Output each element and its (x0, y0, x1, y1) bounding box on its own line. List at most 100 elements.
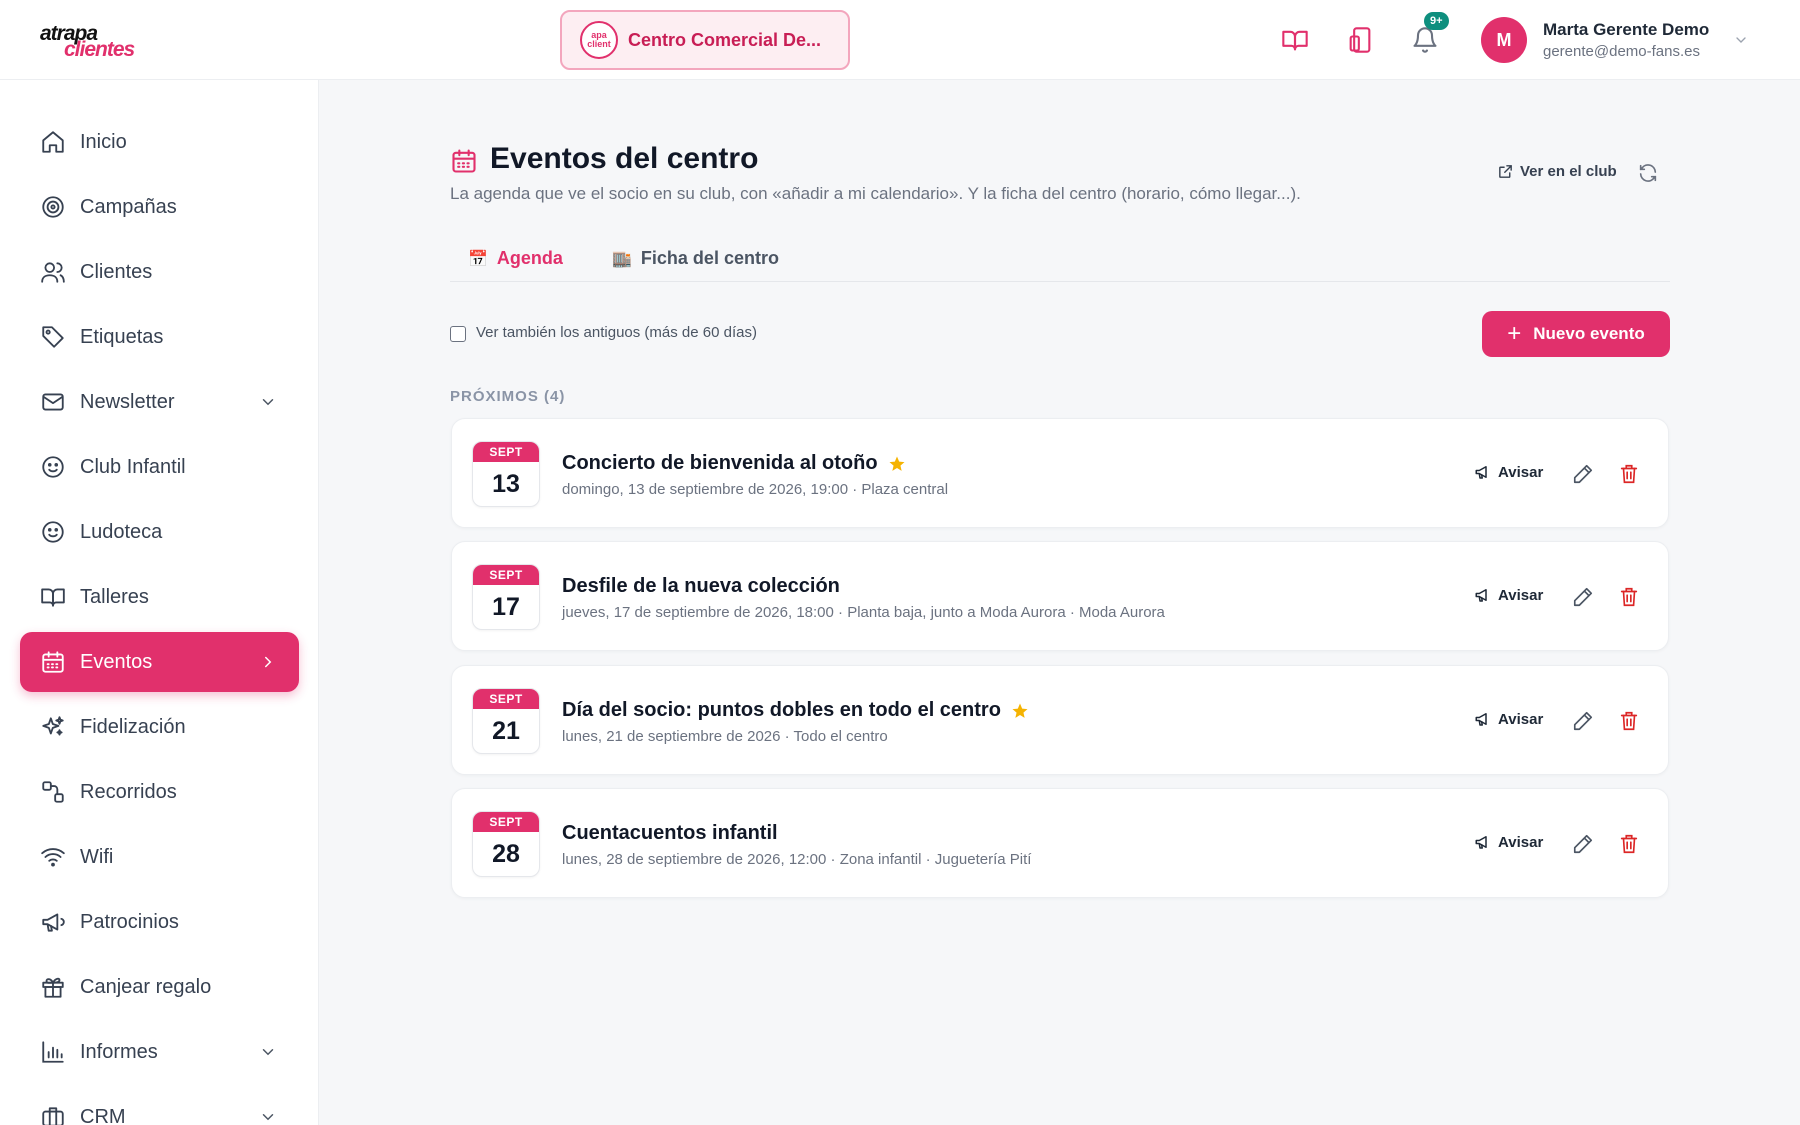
chevron-down-icon (262, 1049, 274, 1056)
star-icon (1012, 703, 1028, 718)
sidebar-item-canjear-regalo[interactable]: Canjear regalo (20, 957, 299, 1017)
avatar[interactable]: M (1481, 17, 1527, 63)
sidebar-item-patrocinios[interactable]: Patrocinios (20, 892, 299, 952)
sidebar-item-fidelizacion[interactable]: Fidelización (20, 697, 299, 757)
ver-en-el-club-link[interactable]: Ver en el club (1497, 163, 1617, 180)
event-card[interactable]: SEPT 13 Concierto de bienvenida al otoño… (451, 418, 1669, 528)
date-month: SEPT (473, 689, 539, 709)
notify-label: Avisar (1498, 833, 1544, 851)
event-title: Desfile de la nueva colección (562, 575, 840, 598)
sidebar-item-campanas[interactable]: Campañas (20, 177, 299, 237)
sidebar-item-label: Club Infantil (80, 455, 186, 478)
date-badge: SEPT 17 (472, 564, 540, 630)
app-logo[interactable]: atrapa clientes (40, 22, 140, 61)
tab-ficha-del-centro[interactable]: 🏬 Ficha del centro (612, 248, 779, 269)
date-month: SEPT (473, 812, 539, 832)
sidebar-item-label: Newsletter (80, 390, 175, 413)
date-month: SEPT (473, 565, 539, 585)
trash-icon[interactable] (1618, 833, 1640, 855)
sidebar-item-ludoteca[interactable]: Ludoteca (20, 502, 299, 562)
notify-button[interactable]: Avisar (1474, 463, 1543, 481)
new-event-button[interactable]: + Nuevo evento (1482, 311, 1670, 357)
user-name[interactable]: Marta Gerente Demo (1543, 20, 1709, 40)
sidebar-item-informes[interactable]: Informes (20, 1022, 299, 1082)
center-selector[interactable]: apa client Centro Comercial De... (560, 10, 850, 70)
date-day: 13 (492, 470, 520, 498)
sidebar-item-newsletter[interactable]: Newsletter (20, 372, 299, 432)
tag-icon (40, 324, 66, 350)
event-card[interactable]: SEPT 28 Cuentacuentos infantil lunes, 28… (451, 788, 1669, 898)
section-label: PRÓXIMOS (4) (450, 388, 566, 405)
event-card[interactable]: SEPT 21 Día del socio: puntos dobles en … (451, 665, 1669, 775)
sidebar-item-inicio[interactable]: Inicio (20, 112, 299, 172)
sidebar-item-etiquetas[interactable]: Etiquetas (20, 307, 299, 367)
sidebar-item-label: Fidelización (80, 715, 186, 738)
sidebar-item-label: Patrocinios (80, 910, 179, 933)
notify-button[interactable]: Avisar (1474, 586, 1543, 604)
center-name: Centro Comercial De... (628, 29, 822, 50)
event-title: Concierto de bienvenida al otoño (562, 452, 906, 475)
event-title: Cuentacuentos infantil (562, 822, 778, 845)
date-day: 21 (492, 717, 520, 745)
notify-label: Avisar (1498, 710, 1544, 728)
event-title-text: Desfile de la nueva colección (562, 575, 840, 597)
event-meta: lunes, 28 de septiembre de 2026, 12:00 ·… (562, 851, 1032, 868)
show-old-label[interactable]: Ver también los antiguos (más de 60 días… (476, 324, 757, 341)
chevron-down-icon[interactable] (1733, 32, 1749, 48)
notifications-badge: 9+ (1424, 12, 1449, 30)
sidebar-item-eventos[interactable]: Eventos (20, 632, 299, 692)
sidebar-item-label: Ludoteca (80, 520, 163, 543)
gift-icon (40, 974, 66, 1000)
event-meta: lunes, 21 de septiembre de 2026 · Todo e… (562, 728, 888, 745)
show-old-checkbox[interactable] (450, 326, 466, 342)
pencil-icon[interactable] (1572, 463, 1594, 485)
sidebar-item-recorridos[interactable]: Recorridos (20, 762, 299, 822)
pencil-icon[interactable] (1572, 710, 1594, 732)
route-icon (40, 779, 66, 805)
bell-icon[interactable] (1411, 26, 1439, 54)
sidebar: Inicio Campañas Clientes Etiquetas Newsl… (0, 80, 319, 1125)
trash-icon[interactable] (1618, 710, 1640, 732)
wifi-icon (40, 844, 66, 870)
sidebar-item-talleres[interactable]: Talleres (20, 567, 299, 627)
calendar-icon (40, 649, 66, 675)
book-icon[interactable] (1281, 26, 1309, 54)
sidebar-item-label: Talleres (80, 585, 149, 608)
briefcase-icon (40, 1104, 66, 1125)
refresh-icon[interactable] (1637, 162, 1659, 184)
sidebar-item-wifi[interactable]: Wifi (20, 827, 299, 887)
page-title: Eventos del centro (490, 142, 759, 175)
ver-en-el-club-label: Ver en el club (1520, 163, 1617, 180)
sidebar-item-clientes[interactable]: Clientes (20, 242, 299, 302)
mail-icon (40, 389, 66, 415)
notify-button[interactable]: Avisar (1474, 710, 1543, 728)
notify-label: Avisar (1498, 463, 1544, 481)
event-meta: domingo, 13 de septiembre de 2026, 19:00… (562, 481, 949, 498)
sparkles-icon (40, 714, 66, 740)
sidebar-item-label: Etiquetas (80, 325, 164, 348)
date-month: SEPT (473, 442, 539, 462)
megaphone-icon (1475, 836, 1487, 849)
event-meta: jueves, 17 de septiembre de 2026, 18:00 … (562, 604, 1165, 621)
external-link-icon (1499, 165, 1512, 178)
chart-icon (40, 1039, 66, 1065)
devices-icon[interactable] (1346, 26, 1374, 54)
sidebar-item-club-infantil[interactable]: Club Infantil (20, 437, 299, 497)
event-card[interactable]: SEPT 17 Desfile de la nueva colección ju… (451, 541, 1669, 651)
sidebar-item-label: Clientes (80, 260, 153, 283)
sidebar-item-label: Inicio (80, 130, 127, 153)
pencil-icon[interactable] (1572, 833, 1594, 855)
sidebar-item-label: CRM (80, 1105, 126, 1125)
home-icon (40, 129, 66, 155)
pencil-icon[interactable] (1572, 586, 1594, 608)
sidebar-item-crm[interactable]: CRM (20, 1087, 299, 1125)
chevron-down-icon (262, 399, 274, 406)
notify-button[interactable]: Avisar (1474, 833, 1543, 851)
tabs: 📅 Agenda 🏬 Ficha del centro (450, 240, 1670, 282)
event-title: Día del socio: puntos dobles en todo el … (562, 699, 1029, 722)
trash-icon[interactable] (1618, 463, 1640, 485)
trash-icon[interactable] (1618, 586, 1640, 608)
tab-agenda[interactable]: 📅 Agenda (468, 248, 563, 269)
megaphone-icon (1475, 713, 1487, 726)
star-icon (889, 456, 905, 471)
